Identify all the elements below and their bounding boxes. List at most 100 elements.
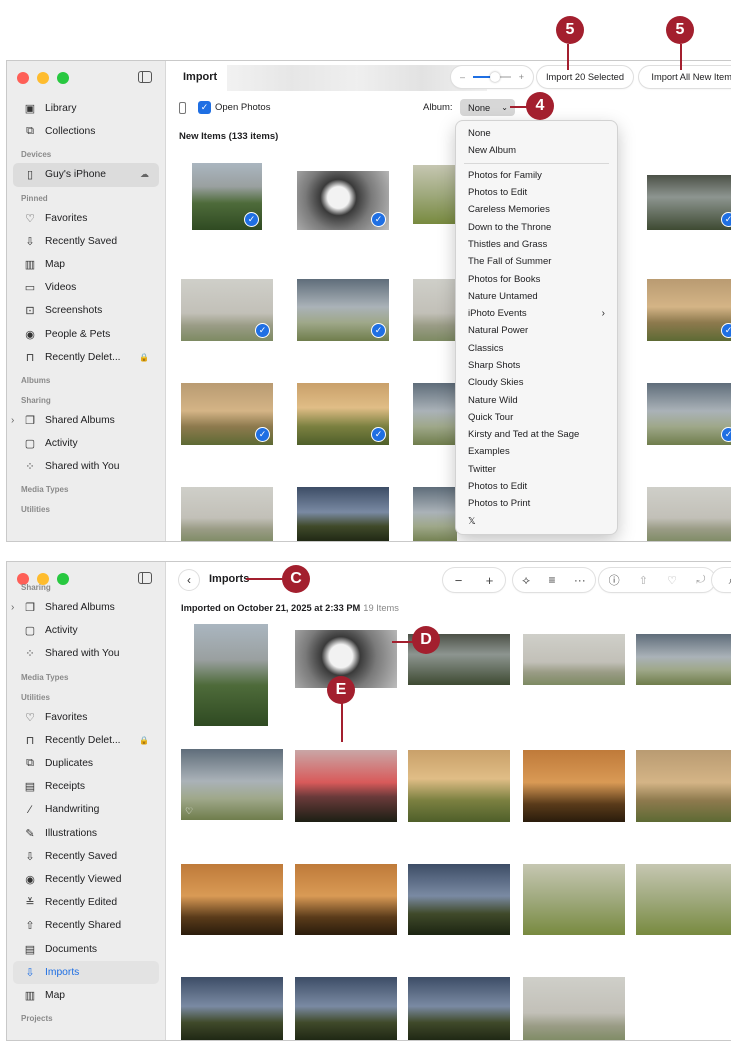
album-menu-item[interactable]: Twitter — [456, 461, 617, 478]
sidebar-item-collections[interactable]: ⧉ Collections — [7, 120, 165, 143]
photo-thumbnail[interactable] — [636, 750, 731, 822]
photo-thumbnail[interactable]: ♡ — [181, 749, 283, 820]
photo-thumbnail[interactable]: ✓ — [181, 383, 273, 445]
album-menu-item[interactable]: Kirsty and Ted at the Sage — [456, 426, 617, 443]
sidebar-item-activity[interactable]: ▢ Activity — [7, 432, 165, 455]
sidebar-item-duplicates[interactable]: ⧉ Duplicates — [7, 752, 165, 775]
album-menu-item[interactable]: Thistles and Grass — [456, 236, 617, 253]
filter-icon[interactable]: ≡ — [548, 573, 555, 587]
photo-thumbnail[interactable] — [523, 634, 625, 685]
sidebar-item-shared-with-you[interactable]: ⁘ Shared with You — [7, 642, 165, 665]
album-menu-item[interactable]: New Album — [456, 142, 617, 159]
album-menu-item[interactable]: Photos to Print — [456, 495, 617, 512]
sidebar-item-guy-s-iphone[interactable]: ▯ Guy's iPhone ☁ — [13, 163, 159, 187]
sidebar-item-activity[interactable]: ▢ Activity — [7, 619, 165, 642]
sidebar-item-recently-delet[interactable]: ⊓ Recently Delet... 🔒 — [7, 346, 165, 369]
album-menu-item[interactable]: Cloudy Skies — [456, 374, 617, 391]
open-photos-checkbox[interactable]: ✓ — [198, 101, 211, 114]
sidebar-item-shared-with-you[interactable]: ⁘ Shared with You — [7, 455, 165, 478]
photo-thumbnail[interactable] — [181, 977, 283, 1040]
album-menu-item[interactable]: Photos to Edit — [456, 184, 617, 201]
photo-thumbnail[interactable]: ✓ — [181, 279, 273, 341]
minimize-window-button[interactable] — [37, 72, 49, 84]
sidebar-item-recently-delet[interactable]: ⊓ Recently Delet... 🔒 — [7, 729, 165, 752]
rotate-right-icon[interactable]: ⤾ — [696, 574, 705, 587]
album-menu-item[interactable]: 𝕏 — [456, 513, 617, 530]
photo-thumbnail[interactable] — [408, 977, 510, 1040]
share-icon[interactable]: ⇧ — [639, 574, 648, 587]
album-popup-button[interactable]: None ⌄ — [460, 99, 515, 116]
photo-thumbnail[interactable]: ✓ — [297, 383, 389, 445]
photo-thumbnail[interactable] — [295, 977, 397, 1040]
sidebar-item-recently-saved[interactable]: ⇩ Recently Saved — [7, 230, 165, 253]
photo-thumbnail[interactable]: ✓ — [192, 163, 262, 230]
back-button[interactable]: ‹ — [179, 570, 199, 590]
sidebar-item-recently-viewed[interactable]: ◉ Recently Viewed — [7, 868, 165, 891]
chevron-right-icon[interactable]: › — [11, 415, 14, 426]
album-menu-item[interactable]: Sharp Shots — [456, 357, 617, 374]
album-menu-item[interactable]: Photos for Books — [456, 270, 617, 287]
import-all-button[interactable]: Import All New Items — [639, 66, 731, 88]
import-selected-button[interactable]: Import 20 Selected — [537, 66, 633, 88]
photo-thumbnail[interactable] — [636, 864, 731, 935]
sidebar-item-shared-albums[interactable]: › ❐ Shared Albums — [7, 596, 165, 619]
photo-thumbnail[interactable] — [181, 487, 273, 541]
sidebar-item-imports[interactable]: ⇩ Imports — [13, 960, 159, 984]
zoom-window-button[interactable] — [57, 72, 69, 84]
photo-thumbnail[interactable] — [523, 864, 625, 935]
album-menu-item[interactable]: The Fall of Summer — [456, 253, 617, 270]
rotate-icon[interactable]: ⟡ — [522, 573, 530, 588]
sidebar-item-receipts[interactable]: ▤ Receipts — [7, 775, 165, 798]
photo-thumbnail[interactable] — [297, 487, 389, 541]
sidebar-item-shared-albums[interactable]: › ❐ Shared Albums — [7, 409, 165, 432]
sidebar-item-screenshots[interactable]: ⊡ Screenshots — [7, 299, 165, 322]
album-menu-item[interactable]: Careless Memories — [456, 201, 617, 218]
album-menu-item[interactable]: iPhoto Events › — [456, 305, 617, 322]
photo-thumbnail[interactable] — [647, 487, 731, 541]
album-menu-item[interactable]: Quick Tour — [456, 409, 617, 426]
album-menu-item[interactable]: Examples — [456, 443, 617, 460]
album-menu-item[interactable]: None — [456, 125, 617, 142]
photo-thumbnail[interactable] — [194, 624, 268, 726]
photo-thumbnail[interactable] — [295, 750, 397, 822]
favorite-heart-icon[interactable]: ♡ — [667, 574, 677, 587]
zoom-knob[interactable] — [490, 72, 500, 82]
close-window-button[interactable] — [17, 72, 29, 84]
photo-thumbnail[interactable] — [181, 864, 283, 935]
photo-thumbnail[interactable]: ✓ — [297, 279, 389, 341]
sidebar-item-favorites[interactable]: ♡ Favorites — [7, 706, 165, 729]
sidebar-item-handwriting[interactable]: ∕ Handwriting — [7, 798, 165, 821]
photo-thumbnail[interactable] — [413, 487, 457, 541]
sidebar-item-map[interactable]: ▥ Map — [7, 253, 165, 276]
album-menu-item[interactable]: Natural Power — [456, 322, 617, 339]
photo-thumbnail[interactable] — [413, 279, 457, 341]
sidebar-item-recently-shared[interactable]: ⇧ Recently Shared — [7, 914, 165, 937]
album-menu-item[interactable]: Nature Untamed — [456, 288, 617, 305]
zoom-out-icon[interactable]: – — [460, 72, 465, 82]
photo-thumbnail[interactable] — [523, 977, 625, 1040]
album-menu-item[interactable]: Photos to Edit — [456, 478, 617, 495]
photo-thumbnail[interactable]: ✓ — [647, 175, 731, 230]
photo-thumbnail[interactable] — [408, 864, 510, 935]
info-icon[interactable]: ⓘ — [609, 572, 620, 588]
sidebar-item-favorites[interactable]: ♡ Favorites — [7, 207, 165, 230]
zoom-out-icon[interactable]: − — [455, 573, 463, 588]
album-menu-item[interactable]: Photos for Family — [456, 167, 617, 184]
zoom-in-icon[interactable]: + — [519, 72, 524, 82]
search-button[interactable]: ⌕ — [712, 568, 731, 592]
photo-thumbnail[interactable] — [413, 383, 457, 445]
sidebar-item-recently-edited[interactable]: ≚ Recently Edited — [7, 891, 165, 914]
chevron-right-icon[interactable]: › — [11, 602, 14, 613]
album-menu-item[interactable]: Nature Wild — [456, 391, 617, 408]
photo-thumbnail[interactable] — [636, 634, 731, 685]
more-icon[interactable]: ··· — [574, 573, 586, 587]
photo-thumbnail[interactable]: ✓ — [297, 171, 389, 230]
album-menu-item[interactable]: Classics — [456, 340, 617, 357]
zoom-slider[interactable]: – + — [451, 66, 533, 88]
sidebar-item-people-pets[interactable]: ◉ People & Pets — [7, 323, 165, 346]
photo-thumbnail[interactable]: ✓ — [647, 383, 731, 445]
sidebar-item-illustrations[interactable]: ✎ Illustrations — [7, 822, 165, 845]
zoom-in-icon[interactable]: + — [486, 573, 494, 588]
photo-thumbnail[interactable] — [408, 750, 510, 822]
photo-thumbnail[interactable] — [295, 864, 397, 935]
